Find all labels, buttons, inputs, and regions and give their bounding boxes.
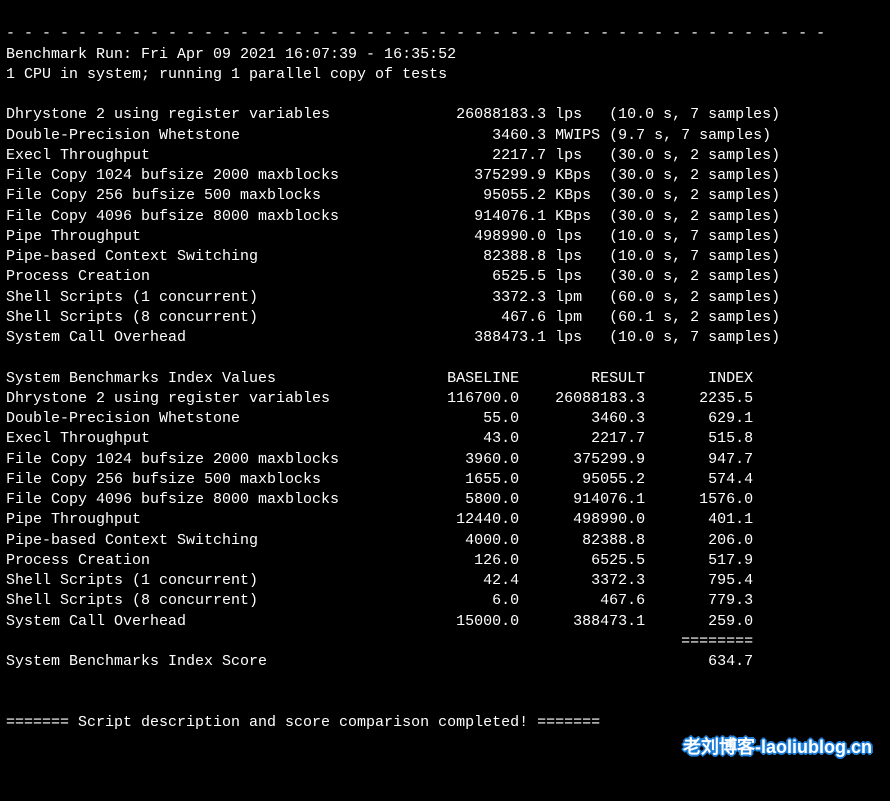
index-header-line: System Benchmarks Index Values BASELINE … <box>6 370 753 387</box>
run-line: Benchmark Run: Fri Apr 09 2021 16:07:39 … <box>6 46 456 63</box>
score-line: System Benchmarks Index Score 634.7 <box>6 653 753 670</box>
footer-line: ======= Script description and score com… <box>6 714 600 731</box>
raw-results-block: Dhrystone 2 using register variables 260… <box>6 106 780 346</box>
score-sep: ======== <box>6 633 753 650</box>
terminal-output: - - - - - - - - - - - - - - - - - - - - … <box>0 0 890 801</box>
top-border: - - - - - - - - - - - - - - - - - - - - … <box>6 25 825 42</box>
index-rows-block: Dhrystone 2 using register variables 116… <box>6 390 753 630</box>
cpu-line: 1 CPU in system; running 1 parallel copy… <box>6 66 447 83</box>
